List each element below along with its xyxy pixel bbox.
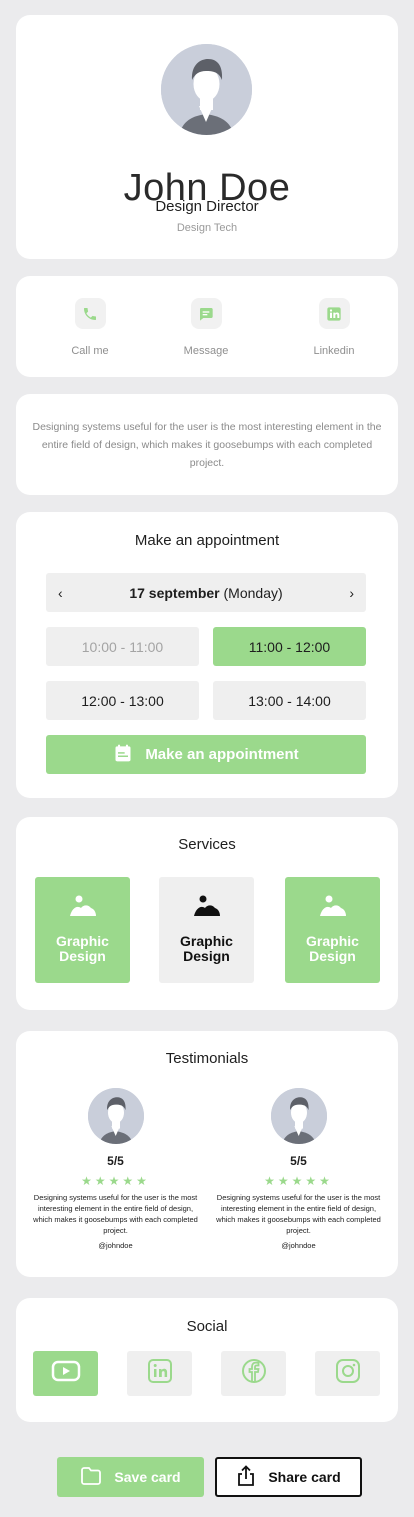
save-card-label: Save card — [114, 1469, 181, 1485]
share-card-button[interactable]: Share card — [215, 1457, 362, 1497]
save-card-button[interactable]: Save card — [57, 1457, 204, 1497]
landscape-icon — [69, 894, 97, 918]
appointment-title: Make an appointment — [134, 532, 280, 549]
appointment-card: Make an appointment ‹ 17 september (Mond… — [16, 512, 398, 798]
service-label: Graphic Design — [56, 933, 109, 964]
star-rating: ★★★★★ — [264, 1174, 333, 1188]
services-card: Services Graphic Design Graphic Design Gra… — [16, 817, 398, 1010]
service-item[interactable]: Graphic Design — [285, 877, 380, 983]
profile-role: Design Director — [155, 198, 259, 215]
services-title: Services — [178, 836, 236, 853]
youtube-icon — [51, 1360, 81, 1387]
bio-text: Designing systems useful for the user is… — [32, 421, 382, 469]
linkedin-social-button[interactable] — [127, 1351, 192, 1396]
avatar — [161, 44, 252, 135]
testimonial-text: Designing systems useful for the user is… — [216, 1193, 381, 1235]
folder-icon — [80, 1466, 102, 1488]
instagram-icon — [335, 1358, 361, 1389]
calendar-icon — [113, 743, 133, 767]
time-slot-selected[interactable]: 11:00 - 12:00 — [213, 627, 366, 666]
service-label: Graphic Design — [306, 933, 359, 964]
landscape-icon — [319, 894, 347, 918]
contacts-card: Call me Message Linkedin — [16, 276, 398, 377]
linkedin-icon — [318, 298, 350, 329]
service-item[interactable]: Graphic Design — [35, 877, 130, 983]
social-title: Social — [186, 1318, 228, 1335]
service-label: Graphic Design — [180, 933, 233, 964]
social-card: Social — [16, 1298, 398, 1422]
rating-score: 5/5 — [290, 1154, 307, 1168]
linkedin-icon — [147, 1358, 173, 1389]
facebook-icon — [241, 1358, 267, 1389]
rating-score: 5/5 — [107, 1154, 124, 1168]
prev-date-arrow[interactable]: ‹ — [58, 585, 63, 601]
time-slot[interactable]: 13:00 - 14:00 — [213, 681, 366, 720]
time-slot[interactable]: 10:00 - 11:00 — [46, 627, 199, 666]
testimonial-item: 5/5 ★★★★★ Designing systems useful for t… — [211, 1088, 386, 1250]
testimonial-handle: @johndoe — [281, 1241, 316, 1250]
call-me-button[interactable]: Call me — [45, 298, 135, 357]
date-selector: ‹ 17 september (Monday) › — [46, 573, 366, 612]
make-appointment-label: Make an appointment — [145, 746, 299, 763]
landscape-icon — [193, 894, 221, 918]
share-card-label: Share card — [268, 1469, 341, 1485]
time-slot[interactable]: 12:00 - 13:00 — [46, 681, 199, 720]
testimonial-text: Designing systems useful for the user is… — [33, 1193, 198, 1235]
linkedin-label: Linkedin — [313, 345, 355, 357]
testimonial-item: 5/5 ★★★★★ Designing systems useful for t… — [28, 1088, 203, 1250]
avatar — [270, 1088, 327, 1144]
facebook-button[interactable] — [221, 1351, 286, 1396]
service-item[interactable]: Graphic Design — [159, 877, 254, 983]
weekday-value: (Monday) — [223, 584, 283, 601]
date-label: 17 september (Monday) — [129, 585, 282, 601]
profile-company: Design Tech — [176, 222, 238, 234]
star-rating: ★★★★★ — [81, 1174, 150, 1188]
testimonials-card: Testimonials 5/5 ★★★★★ Designing systems… — [16, 1031, 398, 1277]
testimonials-title: Testimonials — [165, 1050, 249, 1067]
avatar — [87, 1088, 144, 1144]
testimonial-handle: @johndoe — [98, 1241, 133, 1250]
share-icon — [236, 1464, 256, 1490]
linkedin-button[interactable]: Linkedin — [289, 298, 379, 357]
youtube-button[interactable] — [33, 1351, 98, 1396]
phone-icon — [74, 298, 106, 329]
next-date-arrow[interactable]: › — [349, 585, 354, 601]
profile-card: John Doe Design Director Design Tech — [16, 15, 398, 259]
message-button[interactable]: Message — [161, 298, 251, 357]
call-me-label: Call me — [71, 345, 109, 357]
message-label: Message — [183, 345, 229, 357]
make-appointment-button[interactable]: Make an appointment — [46, 735, 366, 774]
message-icon — [190, 298, 222, 329]
date-value: 17 september — [129, 584, 220, 601]
bio-card: Designing systems useful for the user is… — [16, 394, 398, 495]
instagram-button[interactable] — [315, 1351, 380, 1396]
